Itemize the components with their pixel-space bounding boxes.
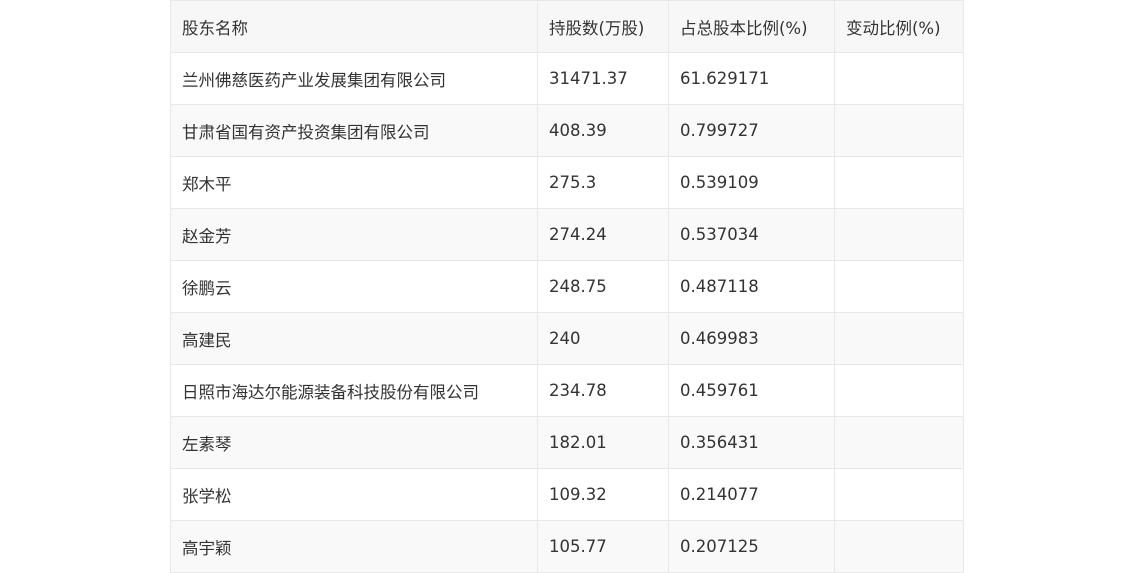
table-row: 高建民 240 0.469983 [170,312,964,365]
cell-change-ratio [834,52,964,105]
cell-ratio: 0.214077 [668,468,835,521]
cell-ratio: 0.539109 [668,156,835,209]
cell-shareholder-name: 赵金芳 [170,208,538,261]
cell-ratio: 0.799727 [668,104,835,157]
table-row: 左素琴 182.01 0.356431 [170,416,964,469]
cell-shareholder-name: 高宇颖 [170,520,538,573]
cell-change-ratio [834,520,964,573]
cell-shareholder-name: 徐鹏云 [170,260,538,313]
table-row: 郑木平 275.3 0.539109 [170,156,964,209]
cell-change-ratio [834,416,964,469]
table-row: 高宇颖 105.77 0.207125 [170,520,964,573]
cell-change-ratio [834,468,964,521]
table-body: 兰州佛慈医药产业发展集团有限公司 31471.37 61.629171 甘肃省国有资产… [170,52,964,573]
cell-shares: 234.78 [537,364,669,417]
cell-ratio: 0.459761 [668,364,835,417]
cell-shares: 182.01 [537,416,669,469]
header-ratio: 占总股本比例(%) [668,0,835,53]
table-row: 日照市海达尔能源装备科技股份有限公司 234.78 0.459761 [170,364,964,417]
cell-change-ratio [834,156,964,209]
table-header: 股东名称 持股数(万股) 占总股本比例(%) 变动比例(%) [170,0,964,53]
table-row: 张学松 109.32 0.214077 [170,468,964,521]
cell-shares: 275.3 [537,156,669,209]
cell-shares: 248.75 [537,260,669,313]
shareholder-table-container: 股东名称 持股数(万股) 占总股本比例(%) 变动比例(%) 兰州佛慈医药产业发… [170,0,964,573]
cell-shareholder-name: 张学松 [170,468,538,521]
cell-ratio: 0.356431 [668,416,835,469]
cell-change-ratio [834,312,964,365]
cell-shares: 105.77 [537,520,669,573]
cell-ratio: 0.207125 [668,520,835,573]
cell-change-ratio [834,364,964,417]
header-change-ratio: 变动比例(%) [834,0,964,53]
cell-shareholder-name: 左素琴 [170,416,538,469]
cell-change-ratio [834,260,964,313]
cell-ratio: 0.469983 [668,312,835,365]
cell-shares: 31471.37 [537,52,669,105]
header-shareholder-name: 股东名称 [170,0,538,53]
cell-ratio: 61.629171 [668,52,835,105]
cell-shareholder-name: 高建民 [170,312,538,365]
cell-shareholder-name: 日照市海达尔能源装备科技股份有限公司 [170,364,538,417]
cell-shareholder-name: 兰州佛慈医药产业发展集团有限公司 [170,52,538,105]
cell-shares: 109.32 [537,468,669,521]
header-row: 股东名称 持股数(万股) 占总股本比例(%) 变动比例(%) [170,0,964,53]
cell-shares: 274.24 [537,208,669,261]
cell-change-ratio [834,208,964,261]
cell-shareholder-name: 甘肃省国有资产投资集团有限公司 [170,104,538,157]
cell-ratio: 0.487118 [668,260,835,313]
cell-shareholder-name: 郑木平 [170,156,538,209]
table-row: 甘肃省国有资产投资集团有限公司 408.39 0.799727 [170,104,964,157]
cell-shares: 240 [537,312,669,365]
table-row: 兰州佛慈医药产业发展集团有限公司 31471.37 61.629171 [170,52,964,105]
header-shares: 持股数(万股) [537,0,669,53]
table-row: 徐鹏云 248.75 0.487118 [170,260,964,313]
shareholder-table: 股东名称 持股数(万股) 占总股本比例(%) 变动比例(%) 兰州佛慈医药产业发… [170,0,964,573]
cell-shares: 408.39 [537,104,669,157]
cell-change-ratio [834,104,964,157]
table-row: 赵金芳 274.24 0.537034 [170,208,964,261]
cell-ratio: 0.537034 [668,208,835,261]
